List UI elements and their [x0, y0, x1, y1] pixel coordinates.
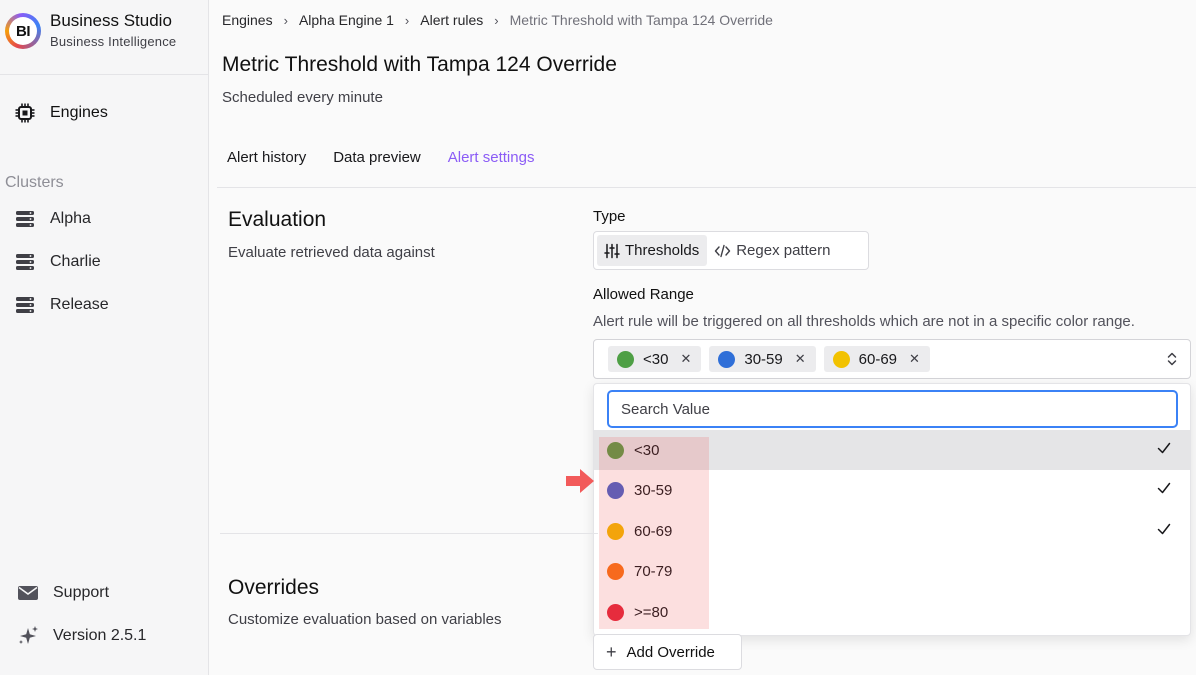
overrides-subtitle: Customize evaluation based on variables: [228, 611, 502, 628]
breadcrumb-engines[interactable]: Engines: [222, 12, 273, 28]
divider: [220, 533, 598, 534]
selected-chip: <30 ✕: [608, 346, 702, 372]
evaluation-subtitle: Evaluate retrieved data against: [228, 244, 435, 261]
selected-chip: 60-69 ✕: [823, 346, 930, 372]
chip-label: 30-59: [744, 350, 783, 368]
close-icon[interactable]: ✕: [909, 351, 920, 367]
sidebar-item-label: Charlie: [50, 253, 101, 270]
brand[interactable]: BI Business Studio Business Intelligence: [5, 10, 176, 52]
allowed-range-help: Alert rule will be triggered on all thre…: [593, 313, 1135, 330]
sparkles-icon: [17, 625, 39, 647]
sidebar-item-support[interactable]: Support: [17, 581, 109, 605]
color-dot: [832, 350, 850, 368]
color-dot: [718, 350, 736, 368]
check-icon: [1156, 440, 1172, 460]
code-icon: [714, 244, 731, 258]
color-dot: [607, 481, 624, 499]
evaluation-title: Evaluation: [228, 208, 327, 231]
page-title: Metric Threshold with Tampa 124 Override: [222, 53, 617, 76]
option-label: >=80: [634, 603, 669, 621]
tab-bar: Alert history Data preview Alert setting…: [227, 149, 561, 166]
tab-data-preview[interactable]: Data preview: [333, 149, 421, 166]
close-icon[interactable]: ✕: [680, 351, 691, 367]
sidebar-item-release[interactable]: Release: [14, 293, 109, 317]
sidebar: BI Business Studio Business Intelligence…: [0, 0, 209, 675]
selected-chip: 30-59 ✕: [709, 346, 816, 372]
add-override-label: Add Override: [626, 643, 715, 661]
database-icon: [14, 251, 36, 273]
brand-title: Business Studio: [50, 11, 172, 30]
sidebar-item-label: Alpha: [50, 210, 91, 227]
sidebar-item-label: Release: [50, 296, 109, 313]
sliders-icon: [604, 243, 620, 259]
option-30-59[interactable]: 30-59: [594, 470, 1190, 510]
tab-alert-history[interactable]: Alert history: [227, 149, 306, 166]
divider: [217, 187, 1196, 188]
breadcrumb-current: Metric Threshold with Tampa 124 Override: [509, 12, 773, 28]
sidebar-item-engines[interactable]: Engines: [14, 101, 108, 125]
brand-subtitle: Business Intelligence: [50, 34, 177, 49]
sidebar-item-version: Version 2.5.1: [17, 624, 146, 648]
option-label: 30-59: [634, 481, 673, 499]
mail-icon: [17, 582, 39, 604]
search-input[interactable]: [607, 390, 1178, 428]
option-70-79[interactable]: 70-79: [594, 551, 1190, 591]
brand-logo: BI: [5, 13, 41, 49]
type-regex-label: Regex pattern: [736, 242, 831, 259]
breadcrumb-alert-rules[interactable]: Alert rules: [420, 12, 483, 28]
add-override-button[interactable]: + Add Override: [593, 634, 742, 670]
sidebar-item-alpha[interactable]: Alpha: [14, 207, 91, 231]
page-subtitle: Scheduled every minute: [222, 89, 383, 106]
option-label: 60-69: [634, 522, 673, 540]
breadcrumb: Engines › Alpha Engine 1 › Alert rules ›…: [222, 12, 773, 28]
version-label: Version 2.5.1: [53, 627, 147, 644]
color-dot: [607, 441, 624, 459]
overrides-title: Overrides: [228, 576, 320, 599]
type-segmented-control: Thresholds Regex pattern: [593, 231, 869, 270]
chip-label: 60-69: [858, 350, 898, 368]
main-content: Engines › Alpha Engine 1 › Alert rules ›…: [209, 0, 1196, 675]
chevron-right-icon: ›: [494, 12, 499, 28]
option-gte80[interactable]: >=80: [594, 592, 1190, 632]
breadcrumb-engine[interactable]: Alpha Engine 1: [299, 12, 394, 28]
option-label: 70-79: [634, 562, 673, 580]
allowed-range-dropdown: <30 30-59 60-69 70-79 >=80: [593, 383, 1191, 636]
check-icon: [1156, 521, 1172, 541]
type-thresholds-button[interactable]: Thresholds: [597, 235, 708, 266]
color-dot: [607, 562, 624, 580]
chevron-right-icon: ›: [283, 12, 288, 28]
close-icon[interactable]: ✕: [795, 351, 806, 367]
option-lt30[interactable]: <30: [594, 430, 1190, 470]
sidebar-item-label: Support: [53, 584, 110, 601]
database-icon: [14, 208, 36, 230]
check-icon: [1156, 480, 1172, 500]
database-icon: [14, 294, 36, 316]
allowed-range-select[interactable]: <30 ✕ 30-59 ✕ 60-69 ✕: [593, 339, 1191, 379]
type-thresholds-label: Thresholds: [625, 242, 700, 259]
chip-icon: [14, 102, 36, 124]
color-dot: [607, 522, 624, 540]
color-dot: [617, 350, 634, 368]
option-60-69[interactable]: 60-69: [594, 511, 1190, 551]
sidebar-divider: [0, 74, 208, 75]
tab-alert-settings[interactable]: Alert settings: [448, 149, 535, 166]
type-label: Type: [593, 208, 626, 225]
chevron-up-down-icon[interactable]: [1166, 351, 1178, 372]
chevron-right-icon: ›: [404, 12, 410, 28]
type-regex-button[interactable]: Regex pattern: [707, 235, 838, 266]
chip-label: <30: [643, 350, 669, 368]
arrow-right-icon: [565, 468, 595, 499]
clusters-heading: Clusters: [5, 174, 64, 191]
brand-logo-text: BI: [9, 17, 37, 45]
option-label: <30: [634, 441, 660, 459]
sidebar-item-charlie[interactable]: Charlie: [14, 250, 101, 274]
sidebar-item-label: Engines: [50, 104, 108, 121]
color-dot: [607, 603, 624, 621]
allowed-range-label: Allowed Range: [593, 286, 694, 303]
plus-icon: +: [606, 641, 617, 662]
